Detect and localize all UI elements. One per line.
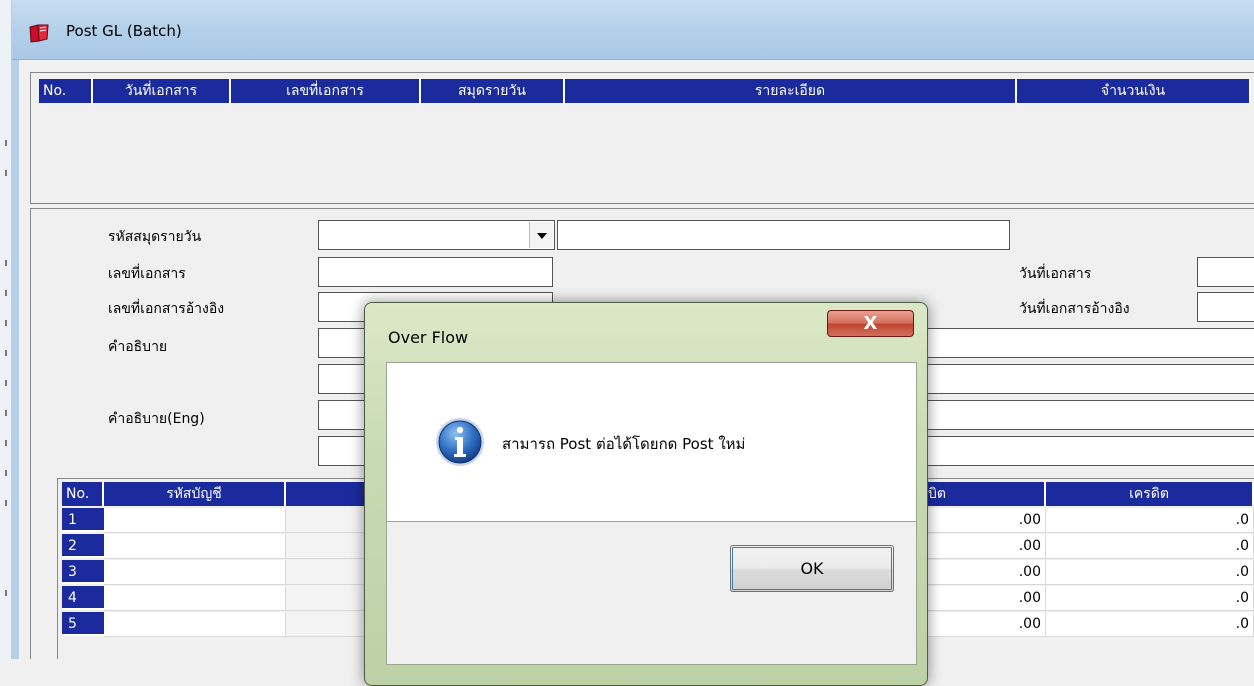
journal-code-label: รหัสสมุดรายวัน (108, 229, 202, 245)
description-label: คำอธิบาย (108, 339, 168, 355)
account-code-cell[interactable] (104, 508, 286, 533)
description-eng-label: คำอธิบาย(Eng) (108, 411, 205, 427)
credit-cell[interactable]: .0 (1046, 560, 1254, 585)
window-frame-left (12, 60, 19, 659)
detail-header-account-code[interactable]: รหัสบัญชี (104, 482, 286, 506)
ok-button[interactable]: OK (730, 545, 894, 592)
detail-row-number[interactable]: 1 (62, 508, 104, 532)
account-code-cell[interactable] (104, 534, 286, 559)
account-code-cell[interactable] (104, 560, 286, 585)
info-icon (436, 418, 484, 466)
detail-row-number[interactable]: 5 (62, 612, 104, 636)
window-title: Post GL (Batch) (66, 22, 182, 40)
detail-row-number[interactable]: 2 (62, 534, 104, 558)
doc-date-label: วันที่เอกสาร (1019, 266, 1092, 282)
credit-cell[interactable]: .0 (1046, 586, 1254, 611)
chevron-down-icon[interactable] (529, 222, 553, 248)
dialog-message: สามารถ Post ต่อได้โดยกด Post ใหม่ (502, 435, 746, 453)
journal-name-field[interactable] (557, 220, 1010, 250)
batch-header-detail[interactable]: รายละเอียด (565, 79, 1017, 103)
credit-cell[interactable]: .0 (1046, 612, 1254, 637)
dialog-title: Over Flow (388, 328, 469, 347)
ref-doc-date-label: วันที่เอกสารอ้างอิง (1019, 301, 1130, 317)
detail-row-number[interactable]: 3 (62, 560, 104, 584)
credit-cell[interactable]: .0 (1046, 508, 1254, 533)
batch-header-no[interactable]: No. (39, 79, 93, 103)
dialog-footer (386, 522, 917, 665)
doc-no-field[interactable] (318, 257, 553, 287)
ref-doc-date-field[interactable] (1197, 292, 1254, 322)
background-window-edge (0, 0, 12, 659)
doc-no-label: เลขที่เอกสาร (108, 266, 186, 282)
batch-header-doc-no[interactable]: เลขที่เอกสาร (231, 79, 421, 103)
ref-doc-no-label: เลขที่เอกสารอ้างอิง (108, 301, 225, 317)
batch-header-journal[interactable]: สมุดรายวัน (421, 79, 565, 103)
batch-header-amount[interactable]: จำนวนเงิน (1017, 79, 1251, 103)
detail-row-number[interactable]: 4 (62, 586, 104, 610)
dialog-close-button[interactable]: X (827, 310, 914, 337)
close-icon: X (863, 313, 878, 334)
account-code-cell[interactable] (104, 612, 286, 637)
window-titlebar[interactable] (12, 0, 1254, 60)
batch-header-doc-date[interactable]: วันที่เอกสาร (93, 79, 231, 103)
account-code-cell[interactable] (104, 586, 286, 611)
detail-header-no[interactable]: No. (62, 482, 104, 506)
credit-cell[interactable]: .0 (1046, 534, 1254, 559)
detail-header-credit[interactable]: เครดิต (1046, 482, 1254, 506)
journal-code-combo[interactable] (318, 220, 555, 250)
doc-date-field[interactable] (1197, 257, 1254, 287)
book-icon (29, 24, 49, 43)
